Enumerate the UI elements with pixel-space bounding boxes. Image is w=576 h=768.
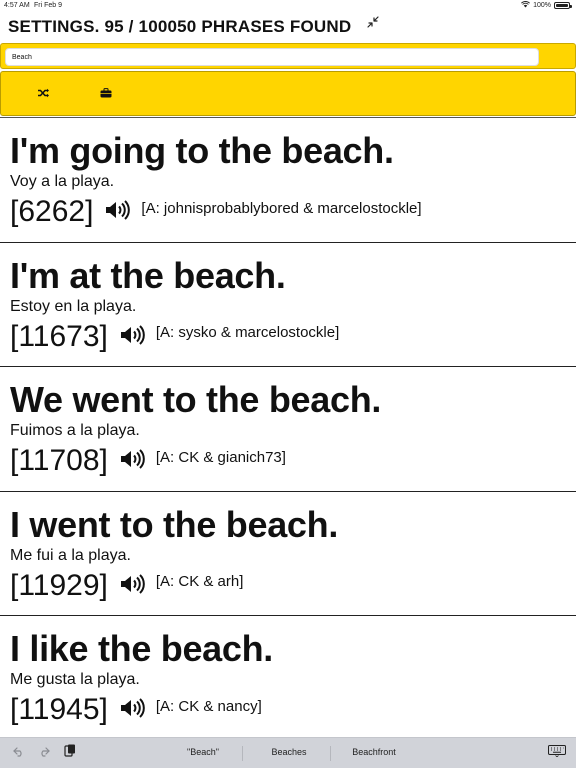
- search-input[interactable]: [5, 48, 539, 66]
- list-item[interactable]: I went to the beach. Me fui a la playa. …: [0, 490, 576, 616]
- suggestion-divider: [242, 746, 243, 761]
- list-item[interactable]: I'm at the beach. Estoy en la playa. [11…: [0, 241, 576, 367]
- suggestion-item[interactable]: "Beach": [176, 747, 230, 757]
- phrase-meta: [11945] [A: CK & nancy]: [10, 693, 262, 727]
- attribution-text: [A: CK & arh]: [155, 573, 244, 590]
- phrase-id: [6262]: [10, 195, 94, 228]
- phrase-meta: [11708] [A: CK & gianich73]: [10, 444, 286, 478]
- keyboard-suggestion-bar: "Beach" Beaches Beachfront: [0, 737, 576, 768]
- battery-icon: [554, 2, 572, 9]
- suggestion-item[interactable]: Beaches: [262, 747, 316, 757]
- phrase-id: [11673]: [10, 319, 108, 353]
- speaker-icon[interactable]: [120, 448, 146, 470]
- toolbar: [0, 71, 576, 116]
- battery-percent: 100%: [533, 2, 551, 9]
- translation-text: Me fui a la playa.: [10, 546, 131, 564]
- undo-button[interactable]: [12, 746, 26, 760]
- shuffle-icon: [37, 85, 50, 103]
- speaker-icon[interactable]: [120, 697, 146, 719]
- phrase-text: I'm at the beach.: [10, 254, 286, 296]
- page-title: SETTINGS. 95 / 100050 PHRASES FOUND: [8, 17, 352, 36]
- attribution-text: [A: johnisprobablybored & marcelostockle…: [141, 199, 422, 217]
- title-bar: SETTINGS. 95 / 100050 PHRASES FOUND: [0, 12, 576, 42]
- shuffle-button[interactable]: [35, 86, 51, 102]
- phrase-meta: [6262] [A: johnisprobablybored & marcelo…: [10, 195, 422, 229]
- attribution-text: [A: sysko & marcelostockle]: [155, 324, 340, 341]
- speaker-icon[interactable]: [120, 573, 146, 595]
- status-bar: 4:57 AM Fri Feb 9 100%: [0, 0, 576, 12]
- phrase-meta: [11673] [A: sysko & marcelostockle]: [10, 320, 339, 354]
- briefcase-icon: [100, 85, 112, 103]
- translation-text: Voy a la playa.: [10, 173, 115, 190]
- suggestion-divider: [330, 746, 331, 761]
- phrase-id: [11929]: [10, 568, 108, 602]
- briefcase-button[interactable]: [98, 86, 114, 102]
- status-indicators: 100%: [521, 1, 572, 10]
- list-item[interactable]: I'm going to the beach. Voy a la playa. …: [0, 117, 576, 242]
- list-item[interactable]: We went to the beach. Fuimos a la playa.…: [0, 366, 576, 491]
- collapse-icon: [367, 15, 379, 33]
- keyboard-toggle-button[interactable]: [548, 744, 566, 762]
- phrase-meta: [11929] [A: CK & arh]: [10, 569, 243, 603]
- phrase-text: We went to the beach.: [10, 379, 382, 420]
- status-time: 4:57 AM: [4, 2, 30, 9]
- battery-level: [556, 4, 568, 7]
- translation-text: Me gusta la playa.: [10, 671, 140, 688]
- phrase-text: I like the beach.: [10, 628, 274, 669]
- list-item[interactable]: I like the beach. Me gusta la playa. [11…: [0, 615, 576, 737]
- phrase-id: [11945]: [10, 693, 108, 726]
- speaker-icon[interactable]: [120, 324, 146, 346]
- suggestion-item[interactable]: Beachfront: [344, 747, 404, 757]
- results-list: I'm going to the beach. Voy a la playa. …: [0, 117, 576, 737]
- phrase-text: I'm going to the beach.: [10, 130, 394, 171]
- translation-text: Estoy en la playa.: [10, 297, 137, 315]
- phrase-text: I went to the beach.: [10, 503, 339, 545]
- search-bar: [0, 43, 576, 69]
- translation-text: Fuimos a la playa.: [10, 422, 140, 439]
- clipboard-icon: [64, 744, 76, 762]
- speaker-icon[interactable]: [105, 199, 131, 221]
- status-date: Fri Feb 9: [34, 2, 63, 9]
- redo-icon: [38, 744, 50, 762]
- redo-button[interactable]: [37, 746, 51, 760]
- keyboard-icon: [548, 744, 566, 762]
- attribution-text: [A: CK & nancy]: [155, 697, 262, 715]
- attribution-text: [A: CK & gianich73]: [155, 448, 286, 466]
- collapse-button[interactable]: [364, 15, 382, 33]
- phrase-id: [11708]: [10, 444, 108, 477]
- wifi-icon: [521, 1, 531, 10]
- undo-icon: [13, 744, 25, 762]
- paste-button[interactable]: [63, 744, 77, 762]
